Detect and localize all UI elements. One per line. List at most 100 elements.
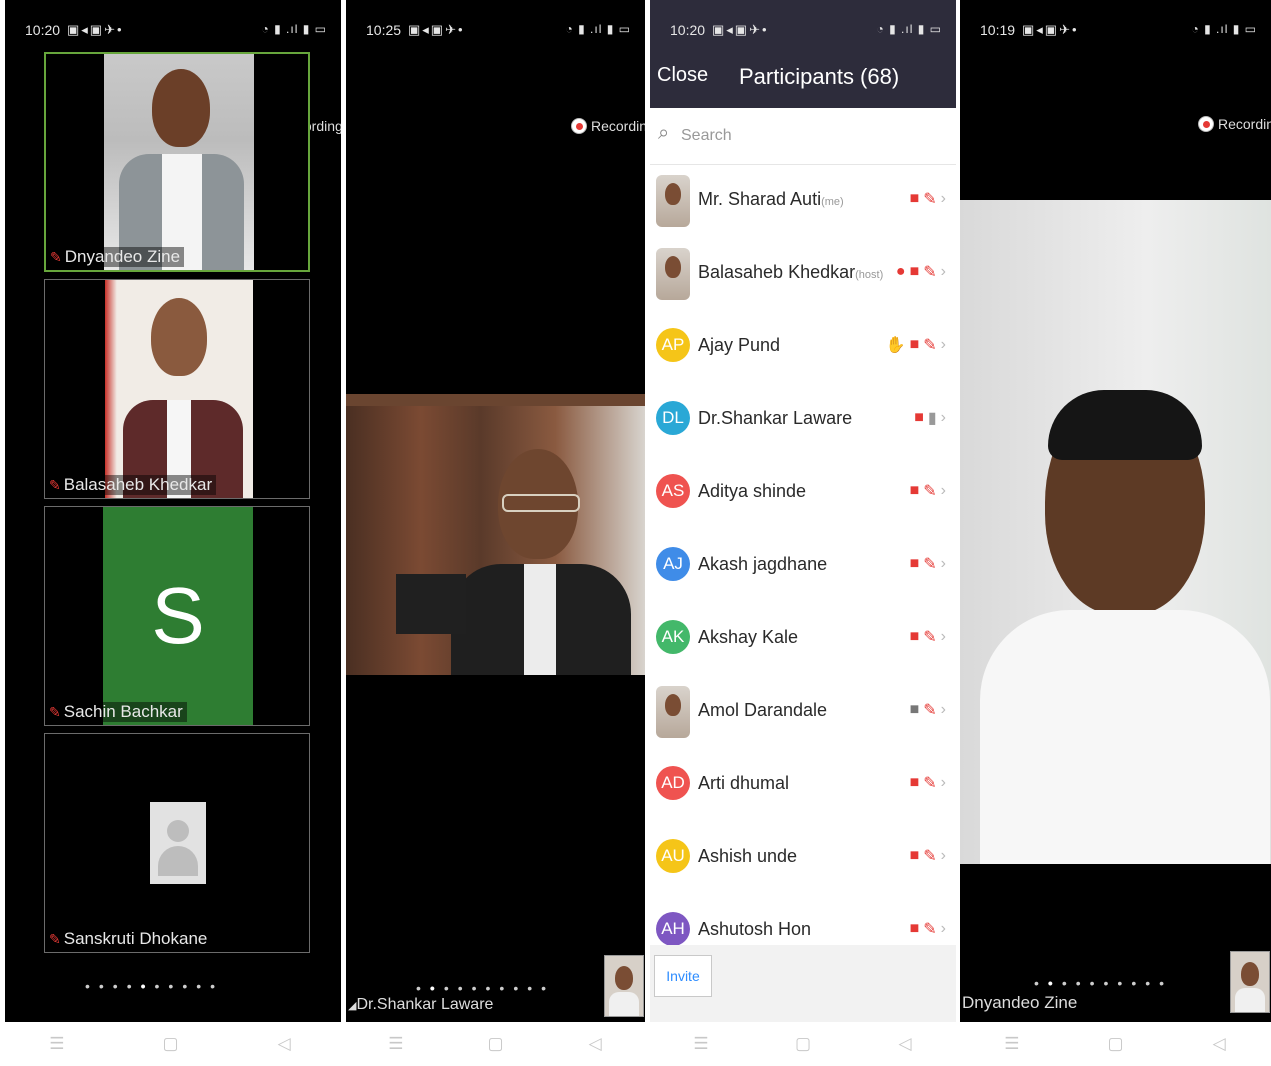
menu-icon[interactable]: ☰	[681, 1034, 721, 1054]
chevron-right-icon: ›	[940, 628, 946, 645]
participant-row[interactable]: AU Ashish unde ■ ✎ ›	[650, 822, 956, 896]
video-on-icon: ■	[909, 701, 920, 718]
invite-button[interactable]: Invite	[654, 955, 712, 997]
menu-icon[interactable]: ☰	[37, 1034, 77, 1054]
page-indicator[interactable]: ••••••••••	[1034, 975, 1173, 991]
system-nav-bar: ☰ ▢ ◁	[960, 1022, 1271, 1066]
participant-row[interactable]: Balasaheb Khedkar(host) ● ■ ✎ ›	[650, 238, 956, 312]
self-view-thumbnail[interactable]	[604, 955, 644, 1017]
participant-name-label: ✎ Dnyandeo Zine	[48, 247, 185, 267]
signal-icons: ◔ ▮ .ıl ▮ ▭	[565, 22, 631, 36]
page-indicator[interactable]: ••••••••••	[416, 980, 555, 996]
search-icon: ⌕	[658, 122, 670, 144]
participant-name: Balasaheb Khedkar(host)	[698, 262, 884, 282]
video-off-icon: ■	[909, 336, 920, 353]
participant-name: Aditya shinde	[698, 481, 807, 501]
participant-row[interactable]: Mr. Sharad Auti(me) ■ ✎ ›	[650, 165, 956, 239]
recording-label: Recording	[591, 118, 645, 134]
close-button[interactable]: Close	[657, 64, 708, 87]
participant-initials-avatar: AU	[656, 839, 690, 873]
participant-photo-avatar	[656, 686, 690, 738]
mic-off-icon: ✎	[923, 921, 937, 938]
search-input[interactable]: Search	[681, 127, 732, 145]
video-off-icon: ■	[909, 190, 920, 207]
participant-initials-avatar: AP	[656, 328, 690, 362]
participant-status-icons: ■ ✎ ›	[910, 919, 946, 939]
home-icon[interactable]: ▢	[150, 1034, 190, 1054]
video-off-icon: ■	[909, 482, 920, 499]
participant-initials-avatar: AS	[656, 474, 690, 508]
home-icon[interactable]: ▢	[475, 1034, 515, 1054]
self-view-thumbnail[interactable]	[1230, 951, 1270, 1013]
screen-gallery-view: 10:20 ▣◂▣✈• ◔ ▮ .ıl ▮ ▭ Recording ✎ Dnyan…	[0, 0, 341, 1066]
signal-icons: ◔ ▮ .ıl ▮ ▭	[876, 22, 942, 36]
participant-row[interactable]: AJ Akash jagdhane ■ ✎ ›	[650, 530, 956, 604]
chevron-right-icon: ›	[940, 701, 946, 718]
status-bar: 10:25 ▣◂▣✈• ◔ ▮ .ıl ▮ ▭	[346, 22, 645, 42]
menu-icon[interactable]: ☰	[376, 1034, 416, 1054]
participant-name: Mr. Sharad Auti(me)	[698, 189, 844, 209]
recording-indicator: Recording	[571, 118, 645, 134]
home-icon[interactable]: ▢	[1095, 1034, 1135, 1054]
chevron-right-icon: ›	[940, 336, 946, 353]
participant-status-icons: ● ■ ✎ ›	[896, 262, 946, 282]
participant-row[interactable]: AH Ashutosh Hon ■ ✎ ›	[650, 895, 956, 945]
participant-name: Ashish unde	[698, 846, 798, 866]
search-bar[interactable]: ⌕ Search	[650, 108, 956, 165]
video-off-icon: ■	[909, 847, 920, 864]
video-off-icon: ■	[909, 628, 920, 645]
chevron-right-icon: ›	[940, 920, 946, 937]
participant-status-icons: ■ ✎ ›	[910, 846, 946, 866]
participant-status-icons: ■ ✎ ›	[910, 773, 946, 793]
video-tile[interactable]: ✎ Sanskruti Dhokane	[44, 733, 310, 953]
signal-icons: ◔ ▮ .ıl ▮ ▭	[1191, 22, 1257, 36]
mic-off-icon: ✎	[923, 775, 937, 792]
participant-status-icons: ■ ✎ ›	[910, 481, 946, 501]
participant-name: Dr.Shankar Laware	[698, 408, 853, 428]
video-tile[interactable]: S ✎ Sachin Bachkar	[44, 506, 310, 726]
video-off-icon: ■	[914, 409, 924, 426]
default-avatar-icon	[150, 802, 206, 884]
participants-header: 10:20 ▣◂▣✈• ◔ ▮ .ıl ▮ ▭ Close Participan…	[650, 0, 956, 108]
chevron-right-icon: ›	[940, 847, 946, 864]
participant-row[interactable]: AD Arti dhumal ■ ✎ ›	[650, 749, 956, 823]
participant-row[interactable]: AS Aditya shinde ■ ✎ ›	[650, 457, 956, 531]
participant-status-icons: ■ ✎ ›	[910, 700, 946, 720]
mic-off-icon: ✎	[49, 704, 61, 720]
participant-row[interactable]: AK Akshay Kale ■ ✎ ›	[650, 603, 956, 677]
mic-off-icon: ✎	[923, 556, 937, 573]
system-nav-bar: ☰ ▢ ◁	[346, 1022, 645, 1066]
back-icon[interactable]: ◁	[264, 1034, 304, 1054]
participant-name: Arti dhumal	[698, 773, 790, 793]
participant-name: Akash jagdhane	[698, 554, 828, 574]
participant-row[interactable]: DL Dr.Shankar Laware ■ ▮ ›	[650, 384, 956, 458]
meeting-area: 10:20 ▣◂▣✈• ◔ ▮ .ıl ▮ ▭ Recording ✎ Dnyan…	[5, 0, 341, 1022]
back-icon[interactable]: ◁	[1199, 1034, 1239, 1054]
status-bar: 10:19 ▣◂▣✈• ◔ ▮ .ıl ▮ ▭	[960, 22, 1271, 42]
mic-off-icon: ✎	[923, 702, 937, 719]
status-bar: 10:20 ▣◂▣✈• ◔ ▮ .ıl ▮ ▭	[5, 22, 341, 42]
video-off-icon: ■	[909, 774, 920, 791]
participant-initials-avatar: AD	[656, 766, 690, 800]
video-tile[interactable]: ✎ Balasaheb Khedkar	[44, 279, 310, 499]
back-icon[interactable]: ◁	[575, 1034, 615, 1054]
participant-status-icons: ■ ▮ ›	[914, 408, 946, 428]
recording-icon: ●	[895, 263, 906, 280]
status-icons: ▣◂▣✈•	[712, 22, 769, 37]
page-indicator[interactable]: ••••••••••	[85, 978, 224, 994]
participant-row[interactable]: Amol Darandale ■ ✎ ›	[650, 676, 956, 750]
signal-icons: ◔ ▮ .ıl ▮ ▭	[261, 22, 327, 36]
menu-icon[interactable]: ☰	[992, 1034, 1032, 1054]
speaker-name-label: ◢Dr.Shankar Laware	[348, 996, 494, 1013]
chevron-right-icon: ›	[940, 190, 946, 207]
back-icon[interactable]: ◁	[885, 1034, 925, 1054]
home-icon[interactable]: ▢	[783, 1034, 823, 1054]
screen-participants-list: 10:20 ▣◂▣✈• ◔ ▮ .ıl ▮ ▭ Close Participan…	[650, 0, 956, 1066]
video-tile[interactable]: ✎ Dnyandeo Zine	[44, 52, 310, 272]
status-icons: ▣◂▣✈•	[1022, 22, 1079, 37]
chevron-right-icon: ›	[940, 555, 946, 572]
video-off-icon: ■	[909, 555, 920, 572]
participant-row[interactable]: AP Ajay Pund ✋ ■ ✎ ›	[650, 311, 956, 385]
system-nav-bar: ☰ ▢ ◁	[0, 1022, 341, 1066]
video-off-icon: ■	[909, 920, 920, 937]
